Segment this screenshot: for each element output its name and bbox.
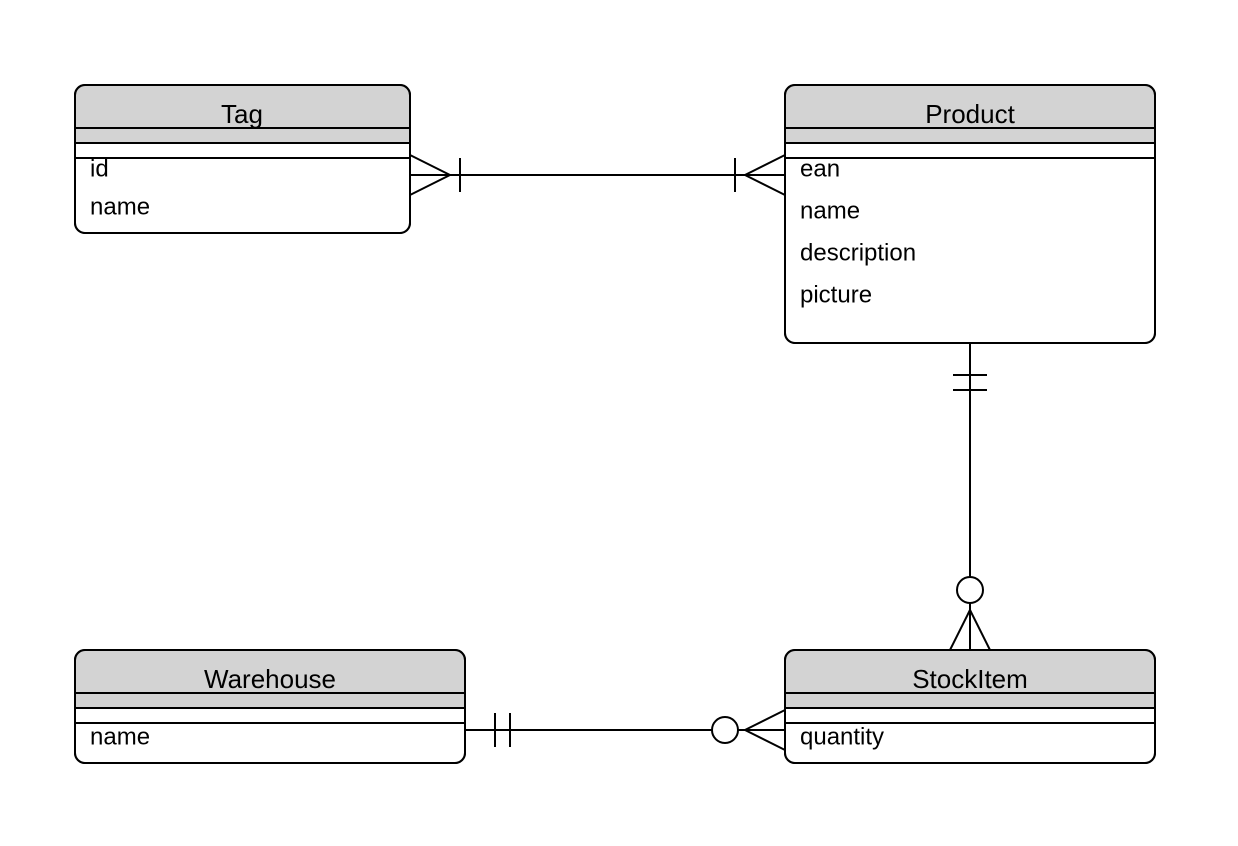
entity-warehouse-title: Warehouse [204, 664, 336, 694]
entity-tag-attr-0: id [90, 155, 109, 182]
entity-stockitem: StockItem quantity [785, 650, 1155, 763]
entity-tag-attr-1: name [90, 193, 150, 220]
relationship-product-stockitem [950, 343, 990, 650]
entity-product-attr-0: ean [800, 155, 840, 182]
relationship-tag-product [410, 155, 785, 195]
entity-product-attr-2: description [800, 239, 916, 266]
entity-warehouse-attr-0: name [90, 723, 150, 750]
entity-product-attr-1: name [800, 197, 860, 224]
entity-product-attr-3: picture [800, 281, 872, 308]
entity-product: Product ean name description picture [785, 85, 1155, 343]
entity-product-title: Product [925, 99, 1015, 129]
entity-stockitem-attr-0: quantity [800, 723, 884, 750]
entity-stockitem-title: StockItem [912, 664, 1028, 694]
entity-tag: Tag id name [75, 85, 410, 233]
entity-tag-title: Tag [221, 99, 263, 129]
er-diagram: Tag id name Product ean name description… [0, 0, 1238, 846]
entity-warehouse: Warehouse name [75, 650, 465, 763]
relationship-warehouse-stockitem [465, 710, 785, 750]
